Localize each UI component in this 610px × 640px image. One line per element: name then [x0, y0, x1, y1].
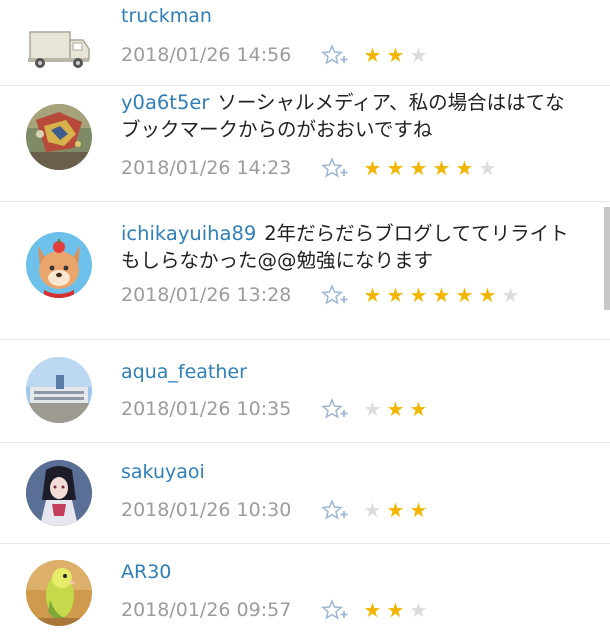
star-icon[interactable]: ★ [361, 284, 384, 306]
scrollbar[interactable] [604, 207, 610, 310]
star-icon[interactable]: ★ [384, 284, 407, 306]
star-icon[interactable]: ★ [384, 599, 407, 621]
star-icon[interactable]: ★ [407, 499, 430, 521]
comment-date: 2018/01/26 13:28 [121, 284, 292, 306]
star-rating: ★ ★ ★ [361, 398, 430, 420]
add-star-icon[interactable] [321, 44, 351, 66]
add-star-icon[interactable] [321, 599, 351, 621]
comment-body: y0a6t5er ソーシャルメディア、私の場合ははてなブックマークからのがおおいで… [121, 89, 584, 143]
comment-date: 2018/01/26 14:56 [121, 44, 292, 66]
star-icon[interactable]: ★ [361, 499, 384, 521]
comment-meta: 2018/01/26 10:30 ★ ★ ★ [121, 497, 430, 523]
list-item: aqua_feather 2018/01/26 10:35 ★ ★ ★ [0, 340, 610, 443]
comment-date: 2018/01/26 10:35 [121, 398, 292, 420]
list-item: ichikayuiha89 2年だらだらブログしててリライトもしらなかった@@勉強… [0, 202, 610, 340]
star-icon[interactable]: ★ [361, 599, 384, 621]
avatar[interactable] [26, 460, 92, 526]
star-icon[interactable]: ★ [407, 284, 430, 306]
star-icon[interactable]: ★ [384, 398, 407, 420]
comment-date: 2018/01/26 09:57 [121, 599, 292, 621]
star-icon[interactable]: ★ [407, 44, 430, 66]
avatar[interactable] [26, 357, 92, 423]
comment-date: 2018/01/26 10:30 [121, 499, 292, 521]
avatar[interactable] [26, 232, 92, 298]
star-icon[interactable]: ★ [499, 284, 522, 306]
comment-meta: 2018/01/26 13:28 ★ ★ ★ ★ ★ ★ ★ [121, 282, 522, 308]
star-icon[interactable]: ★ [453, 284, 476, 306]
list-item: AR30 2018/01/26 09:57 ★ ★ ★ [0, 544, 610, 640]
avatar[interactable] [26, 8, 92, 74]
star-icon[interactable]: ★ [407, 599, 430, 621]
list-item: y0a6t5er ソーシャルメディア、私の場合ははてなブックマークからのがおおいで… [0, 86, 610, 202]
star-rating: ★ ★ ★ [361, 499, 430, 521]
add-star-icon[interactable] [321, 157, 351, 179]
add-star-icon[interactable] [321, 499, 351, 521]
comment-meta: 2018/01/26 09:57 ★ ★ ★ [121, 597, 430, 623]
comment-meta: 2018/01/26 10:35 ★ ★ ★ [121, 396, 430, 422]
comment-date: 2018/01/26 14:23 [121, 157, 292, 179]
username-link[interactable]: sakuyaoi [121, 461, 205, 483]
avatar[interactable] [26, 560, 92, 626]
username-link[interactable]: y0a6t5er [121, 91, 209, 114]
username-link[interactable]: ichikayuiha89 [121, 222, 256, 245]
star-rating: ★ ★ ★ ★ ★ ★ [361, 157, 499, 179]
star-icon[interactable]: ★ [476, 284, 499, 306]
star-icon[interactable]: ★ [430, 284, 453, 306]
username-link[interactable]: truckman [121, 5, 212, 27]
truck-icon [28, 31, 90, 68]
list-item: sakuyaoi 2018/01/26 10:30 ★ ★ ★ [0, 443, 610, 544]
star-rating: ★ ★ ★ [361, 599, 430, 621]
star-icon[interactable]: ★ [361, 157, 384, 179]
comment-meta: 2018/01/26 14:56 ★ ★ ★ [121, 42, 430, 68]
comment-body: ichikayuiha89 2年だらだらブログしててリライトもしらなかった@@勉強… [121, 220, 584, 274]
star-icon[interactable]: ★ [407, 157, 430, 179]
star-rating: ★ ★ ★ ★ ★ ★ ★ [361, 284, 522, 306]
comment-list: truckman 2018/01/26 14:56 ★ ★ ★ y0a6t5er… [0, 0, 610, 640]
star-icon[interactable]: ★ [476, 157, 499, 179]
list-item: truckman 2018/01/26 14:56 ★ ★ ★ [0, 0, 610, 86]
username-link[interactable]: AR30 [121, 561, 171, 583]
star-icon[interactable]: ★ [384, 499, 407, 521]
star-icon[interactable]: ★ [384, 44, 407, 66]
comment-meta: 2018/01/26 14:23 ★ ★ ★ ★ ★ ★ [121, 155, 499, 181]
add-star-icon[interactable] [321, 398, 351, 420]
add-star-icon[interactable] [321, 284, 351, 306]
avatar[interactable] [26, 104, 92, 170]
star-icon[interactable]: ★ [430, 157, 453, 179]
username-link[interactable]: aqua_feather [121, 361, 247, 383]
star-icon[interactable]: ★ [361, 44, 384, 66]
star-rating: ★ ★ ★ [361, 44, 430, 66]
star-icon[interactable]: ★ [407, 398, 430, 420]
star-icon[interactable]: ★ [384, 157, 407, 179]
star-icon[interactable]: ★ [453, 157, 476, 179]
star-icon[interactable]: ★ [361, 398, 384, 420]
